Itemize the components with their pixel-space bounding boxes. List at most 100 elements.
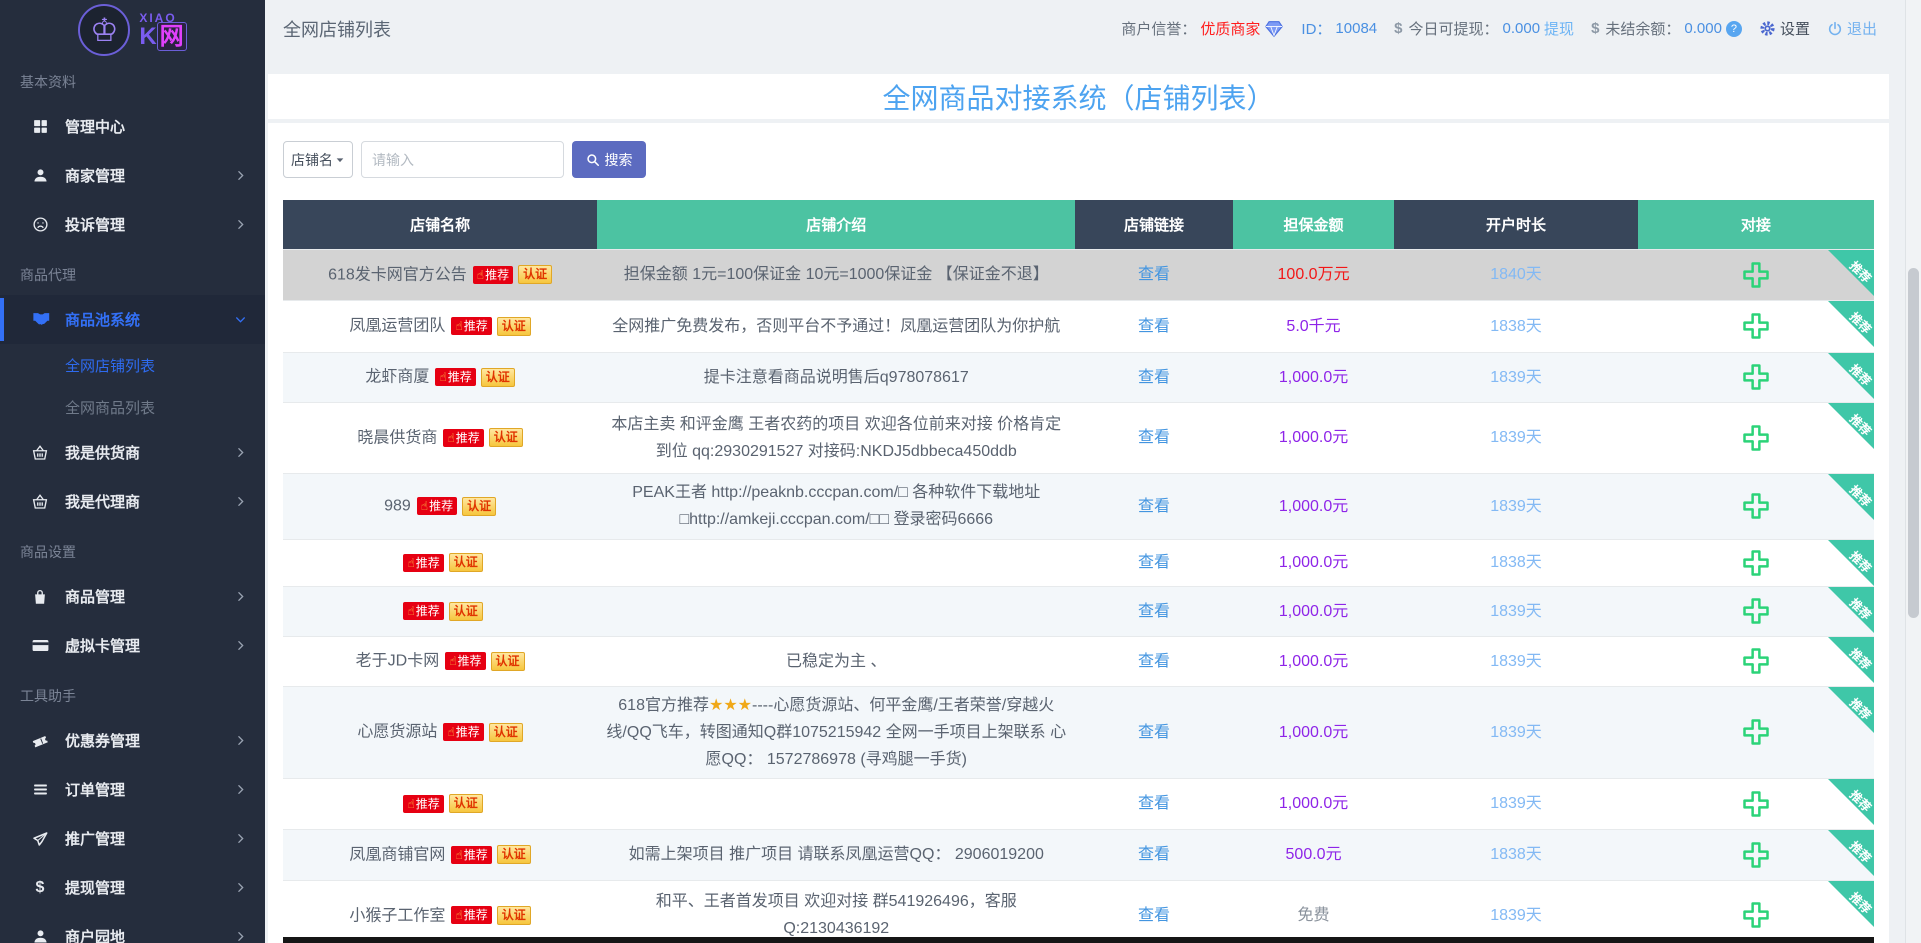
sidebar-item-提现管理[interactable]: $提现管理 bbox=[0, 863, 265, 912]
connect-plus-icon[interactable] bbox=[1741, 840, 1771, 870]
page-scrollbar-track[interactable] bbox=[1905, 0, 1921, 943]
connect-cell: 推荐 bbox=[1638, 539, 1874, 586]
view-link[interactable]: 查看 bbox=[1138, 724, 1170, 741]
sidebar-item-我是供货商[interactable]: 我是供货商 bbox=[0, 428, 265, 477]
certified-badge: 认证 bbox=[489, 723, 523, 742]
table-row: 心愿货源站☝推荐认证618官方推荐★★★----心愿货源站、何平金鹰/王者荣誉/… bbox=[283, 686, 1874, 778]
id-label: ID： bbox=[1301, 18, 1331, 39]
view-link[interactable]: 查看 bbox=[1138, 266, 1170, 283]
unsettled-label: 未结余额： bbox=[1605, 18, 1680, 39]
connect-cell: 推荐 bbox=[1638, 473, 1874, 539]
sidebar-item-商户园地[interactable]: 商户园地 bbox=[0, 912, 265, 943]
withdrawable-label: 今日可提现： bbox=[1408, 18, 1498, 39]
certified-badge: 认证 bbox=[449, 553, 483, 572]
connect-plus-icon[interactable] bbox=[1741, 646, 1771, 676]
recommend-badge: ☝推荐 bbox=[473, 266, 513, 284]
withdraw-link[interactable]: 提现 bbox=[1544, 18, 1574, 39]
connect-plus-icon[interactable] bbox=[1741, 717, 1771, 747]
connect-plus-icon[interactable] bbox=[1741, 260, 1771, 290]
gear-icon bbox=[1759, 20, 1776, 37]
sidebar-item-管理中心[interactable]: 管理中心 bbox=[0, 102, 265, 151]
search-button-label: 搜索 bbox=[605, 150, 633, 170]
connect-plus-icon[interactable] bbox=[1741, 596, 1771, 626]
connect-plus-icon[interactable] bbox=[1741, 491, 1771, 521]
guarantee-amount-cell: 1,000.0元 bbox=[1233, 636, 1394, 686]
recommend-badge: ☝推荐 bbox=[417, 497, 457, 515]
account-age-cell: 1839天 bbox=[1394, 880, 1637, 943]
view-link[interactable]: 查看 bbox=[1138, 907, 1170, 924]
sidebar-subitem-全网商品列表[interactable]: 全网商品列表 bbox=[0, 386, 265, 428]
account-age-cell: 1839天 bbox=[1394, 586, 1637, 636]
connect-cell: 推荐 bbox=[1638, 880, 1874, 943]
view-link[interactable]: 查看 bbox=[1138, 554, 1170, 571]
shop-intro: 本店主卖 和评金鹰 王者农药的项目 欢迎各位前来对接 价格肯定到位 qq:293… bbox=[597, 402, 1075, 473]
chevron-down-icon bbox=[234, 313, 247, 326]
guarantee-amount: 免费 bbox=[1298, 907, 1330, 924]
recommend-badge-label: 推荐 bbox=[485, 268, 509, 282]
connect-plus-icon[interactable] bbox=[1741, 311, 1771, 341]
connect-plus-icon[interactable] bbox=[1741, 362, 1771, 392]
merchant-reputation: 商户信誉： 优质商家 bbox=[1121, 18, 1284, 39]
view-link[interactable]: 查看 bbox=[1138, 498, 1170, 515]
sidebar-subitem-全网店铺列表[interactable]: 全网店铺列表 bbox=[0, 344, 265, 386]
thumbs-up-icon: ☝ bbox=[455, 319, 462, 333]
view-link[interactable]: 查看 bbox=[1138, 603, 1170, 620]
shop-name-cell: 龙虾商厦☝推荐认证 bbox=[283, 352, 597, 402]
recommend-badge: ☝推荐 bbox=[435, 368, 475, 386]
guarantee-amount-cell: 1,000.0元 bbox=[1233, 539, 1394, 586]
basket-icon bbox=[30, 444, 50, 462]
search-button[interactable]: 搜索 bbox=[572, 141, 646, 178]
settings-button[interactable]: 设置 bbox=[1759, 18, 1810, 39]
sidebar-item-label: 推广管理 bbox=[65, 828, 125, 849]
view-link[interactable]: 查看 bbox=[1138, 318, 1170, 335]
sidebar-item-优惠券管理[interactable]: 优惠券管理 bbox=[0, 716, 265, 765]
column-header-店铺介绍: 店铺介绍 bbox=[597, 200, 1075, 249]
view-link[interactable]: 查看 bbox=[1138, 795, 1170, 812]
shop-name-cell: ☝推荐认证 bbox=[283, 586, 597, 636]
sidebar-item-订单管理[interactable]: 订单管理 bbox=[0, 765, 265, 814]
sidebar-item-商家管理[interactable]: 商家管理 bbox=[0, 151, 265, 200]
connect-plus-icon[interactable] bbox=[1741, 900, 1771, 930]
guarantee-amount: 500.0元 bbox=[1286, 846, 1342, 863]
shop-intro: 担保金额 1元=100保证金 10元=1000保证金 【保证金不退】 bbox=[597, 249, 1075, 300]
shop-name: 晓晨供货商 bbox=[357, 429, 437, 446]
connect-plus-icon[interactable] bbox=[1741, 789, 1771, 819]
account-age: 1838天 bbox=[1490, 846, 1542, 863]
help-icon[interactable]: ? bbox=[1726, 21, 1742, 37]
table-row: 凤凰商铺官网☝推荐认证如需上架项目 推广项目 请联系凤凰运营QQ： 290601… bbox=[283, 829, 1874, 880]
sidebar-item-我是代理商[interactable]: 我是代理商 bbox=[0, 477, 265, 526]
main-area: 全网店铺列表 商户信誉： 优质商家 ID： 10084 $ 今日可提现： 0.0… bbox=[265, 0, 1921, 943]
view-link[interactable]: 查看 bbox=[1138, 369, 1170, 386]
shop-intro bbox=[597, 539, 1075, 586]
connect-cell: 推荐 bbox=[1638, 686, 1874, 778]
connect-plus-icon[interactable] bbox=[1741, 548, 1771, 578]
thumbs-up-icon: ☝ bbox=[449, 654, 456, 668]
shop-link-cell: 查看 bbox=[1075, 686, 1233, 778]
reputation-label: 商户信誉： bbox=[1121, 18, 1196, 39]
page-scrollbar-thumb[interactable] bbox=[1908, 268, 1919, 618]
id-value: 10084 bbox=[1335, 20, 1377, 37]
search-field-select[interactable]: 店铺名 bbox=[283, 141, 353, 178]
connect-plus-icon[interactable] bbox=[1741, 423, 1771, 453]
sidebar-item-投诉管理[interactable]: 投诉管理 bbox=[0, 200, 265, 249]
select-value: 店铺名 bbox=[291, 150, 333, 170]
guarantee-amount: 1,000.0元 bbox=[1279, 603, 1348, 620]
chevron-right-icon bbox=[234, 169, 247, 182]
star-icon: ★ bbox=[738, 697, 752, 714]
connect-cell: 推荐 bbox=[1638, 829, 1874, 880]
shop-name-cell: 989☝推荐认证 bbox=[283, 473, 597, 539]
sidebar-item-label: 虚拟卡管理 bbox=[65, 635, 140, 656]
connect-cell: 推荐 bbox=[1638, 402, 1874, 473]
view-link[interactable]: 查看 bbox=[1138, 846, 1170, 863]
view-link[interactable]: 查看 bbox=[1138, 429, 1170, 446]
sidebar-item-商品池系统[interactable]: 商品池系统 bbox=[0, 295, 265, 344]
view-link[interactable]: 查看 bbox=[1138, 653, 1170, 670]
sidebar-item-商品管理[interactable]: 商品管理 bbox=[0, 572, 265, 621]
thumbs-up-icon: ☝ bbox=[455, 908, 462, 922]
sidebar-item-推广管理[interactable]: 推广管理 bbox=[0, 814, 265, 863]
search-input[interactable] bbox=[361, 141, 564, 178]
logout-button[interactable]: 退出 bbox=[1827, 18, 1877, 39]
sidebar-item-label: 优惠券管理 bbox=[65, 730, 140, 751]
table-row: 龙虾商厦☝推荐认证提卡注意看商品说明售后q978078617查看1,000.0元… bbox=[283, 352, 1874, 402]
sidebar-item-虚拟卡管理[interactable]: 虚拟卡管理 bbox=[0, 621, 265, 670]
